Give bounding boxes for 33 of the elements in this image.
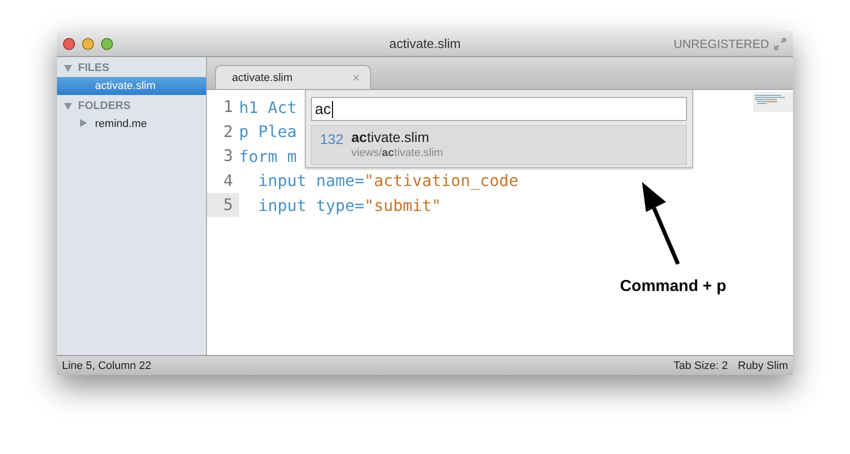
minimize-button[interactable] [82,38,94,50]
unregistered-label: UNREGISTERED [674,36,769,50]
tab-label: activate.slim [232,72,293,84]
tab-size[interactable]: Tab Size: 2 [673,360,728,372]
search-field[interactable]: ac [311,97,687,121]
cursor-position: Line 5, Column 22 [62,360,152,372]
line-number: 1 [222,96,234,118]
disclosure-icon[interactable] [64,102,72,110]
code-line: input type="submit" [257,196,442,215]
result-path: views/activate.slim [351,147,444,159]
section-header: FILES [78,62,110,74]
close-button[interactable] [63,38,75,50]
line-number: 5 [207,193,239,218]
line-number: 3 [222,145,234,168]
code-line: p Plea [239,122,297,142]
code-line: form m [239,146,297,166]
code-line: input name="activation_code [257,171,518,190]
disclosure-icon[interactable] [80,119,87,127]
minimap-drawing[interactable] [753,92,793,112]
syntax-mode[interactable]: Ruby Slim [738,360,788,372]
code-line: h1 Act [239,98,297,117]
line-number: 2 [222,120,234,143]
result-name: activate.slim [351,129,430,145]
fullscreen-icon[interactable] [773,36,787,50]
line-number: 4 [222,170,234,192]
section-header: FOLDERS [78,100,131,112]
result-score: 132 [320,130,344,149]
zoom-button[interactable] [101,38,113,50]
folder-label[interactable]: remind.me [95,118,147,130]
window-title: activate.slim [388,36,462,51]
editor-tab[interactable]: activate.slim × [215,65,371,89]
result-item[interactable]: 132 activate.slim views/activate.slim [311,125,687,165]
annotation-label: Command + p [620,278,726,296]
